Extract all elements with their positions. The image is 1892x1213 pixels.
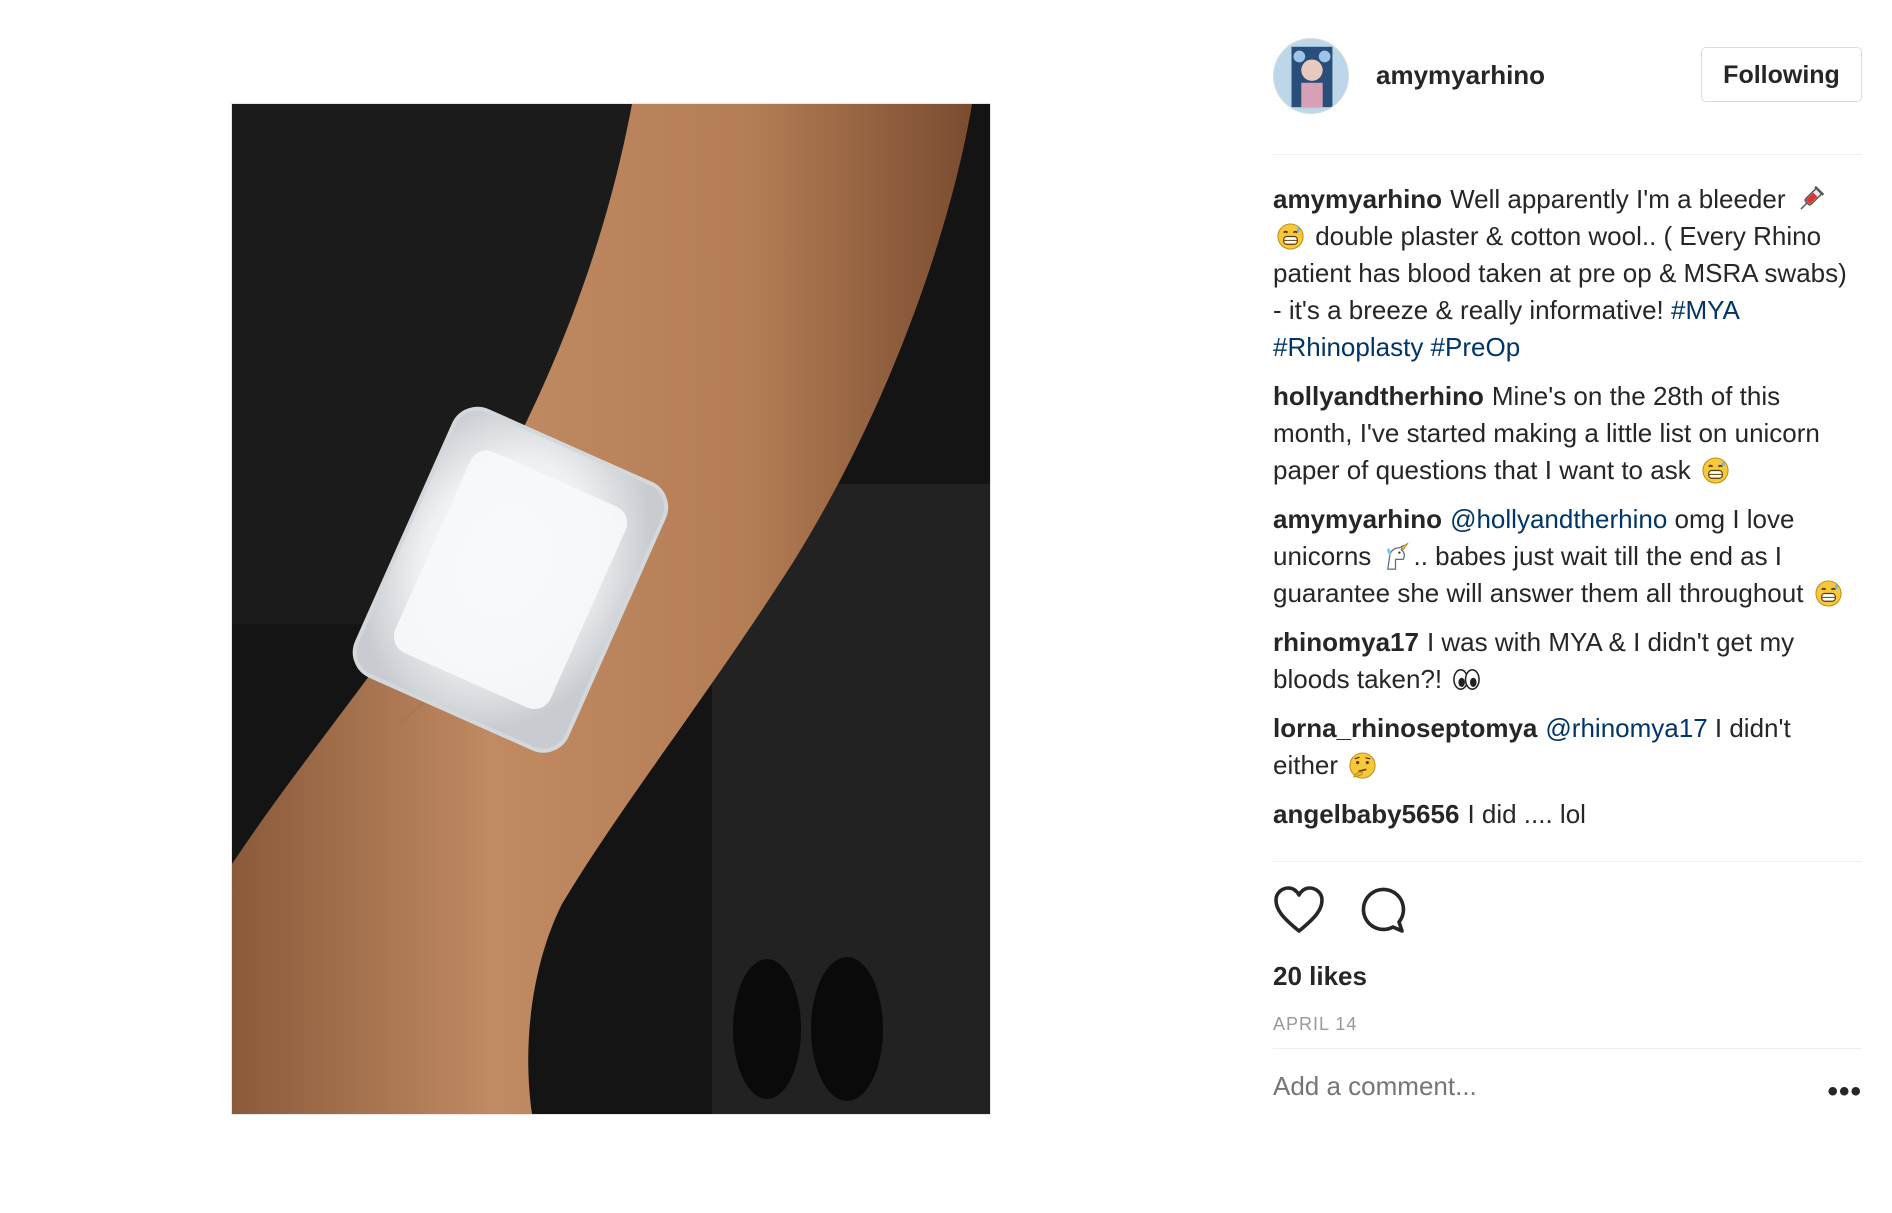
comment-text: Well apparently I'm a bleeder: [1450, 184, 1793, 214]
syringe-icon: [1796, 185, 1825, 214]
comment-author[interactable]: lorna_rhinoseptomya: [1273, 713, 1537, 743]
comment-author[interactable]: amymyarhino: [1273, 504, 1442, 534]
add-comment-input[interactable]: [1273, 1071, 1793, 1102]
comment: lorna_rhinoseptomya @rhinomya17 I didn't …: [1273, 710, 1862, 784]
mention-link[interactable]: @rhinomya17: [1545, 713, 1707, 743]
post-date[interactable]: APRIL 14: [1273, 1000, 1862, 1048]
comment: rhinomya17 I was with MYA & I didn't get …: [1273, 624, 1862, 698]
hashtag-link[interactable]: #Rhinoplasty: [1273, 332, 1423, 362]
mention-link[interactable]: @hollyandtherhino: [1450, 504, 1667, 534]
comment-text: double plaster & cotton wool.. ( Every R…: [1273, 221, 1847, 325]
post-username[interactable]: amymyarhino: [1376, 60, 1545, 91]
following-button[interactable]: Following: [1701, 47, 1862, 102]
unicorn-icon: [1382, 542, 1411, 571]
avatar[interactable]: [1273, 38, 1349, 114]
thinking-face-icon: [1348, 751, 1377, 780]
arm-with-bandage-photo: [232, 104, 990, 1114]
post-sidebar: amymyarhino Following amymyarhino Well ap…: [1273, 38, 1862, 1139]
like-count[interactable]: 20 likes: [1273, 952, 1862, 1000]
hashtag-link[interactable]: #MYA: [1671, 295, 1738, 325]
comment-author[interactable]: hollyandtherhino: [1273, 381, 1484, 411]
comment-author[interactable]: angelbaby5656: [1273, 799, 1459, 829]
action-bar: [1273, 862, 1862, 952]
grinning-sweat-icon: [1814, 579, 1843, 608]
comment-list: amymyarhino Well apparently I'm a bleeder…: [1273, 155, 1862, 861]
hashtag-link[interactable]: #PreOp: [1431, 332, 1521, 362]
post-photo[interactable]: [231, 103, 991, 1115]
grinning-sweat-icon: [1701, 456, 1730, 485]
comment: amymyarhino @hollyandtherhino omg I love …: [1273, 501, 1862, 612]
post-header: amymyarhino Following: [1273, 38, 1862, 114]
like-heart-icon[interactable]: [1273, 886, 1325, 934]
comment-author[interactable]: amymyarhino: [1273, 184, 1442, 214]
comment: angelbaby5656 I did .... lol: [1273, 796, 1862, 833]
comment-text: [1423, 332, 1430, 362]
comment-bubble-icon[interactable]: [1356, 884, 1406, 934]
comment-author[interactable]: rhinomya17: [1273, 627, 1419, 657]
comment: hollyandtherhino Mine's on the 28th of th…: [1273, 378, 1862, 489]
grinning-sweat-icon: [1276, 222, 1305, 251]
add-comment-row: •••: [1273, 1049, 1862, 1139]
eyes-icon: [1452, 665, 1481, 694]
more-options-button[interactable]: •••: [1827, 1075, 1862, 1109]
comment-text: I did .... lol: [1467, 799, 1586, 829]
comment: amymyarhino Well apparently I'm a bleeder…: [1273, 181, 1862, 366]
